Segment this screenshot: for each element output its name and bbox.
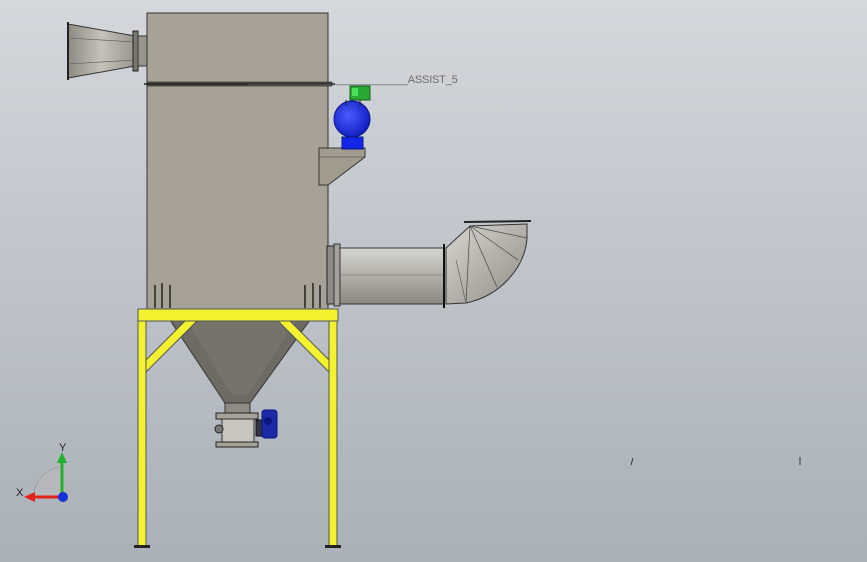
callout-label: ___________________________ASSIST_5	[248, 74, 458, 86]
hopper	[169, 319, 311, 448]
outlet-pipe	[326, 220, 532, 308]
housing	[144, 12, 335, 310]
graphics-viewport[interactable]: ___________________________ASSIST_5 Y X	[0, 0, 867, 562]
inlet-cone	[67, 22, 149, 80]
x-axis-label: X	[16, 487, 24, 499]
reference-triad	[24, 452, 68, 502]
z-axis-dot	[58, 492, 68, 502]
construction-mark	[630, 457, 634, 466]
y-axis-label: Y	[59, 442, 67, 454]
